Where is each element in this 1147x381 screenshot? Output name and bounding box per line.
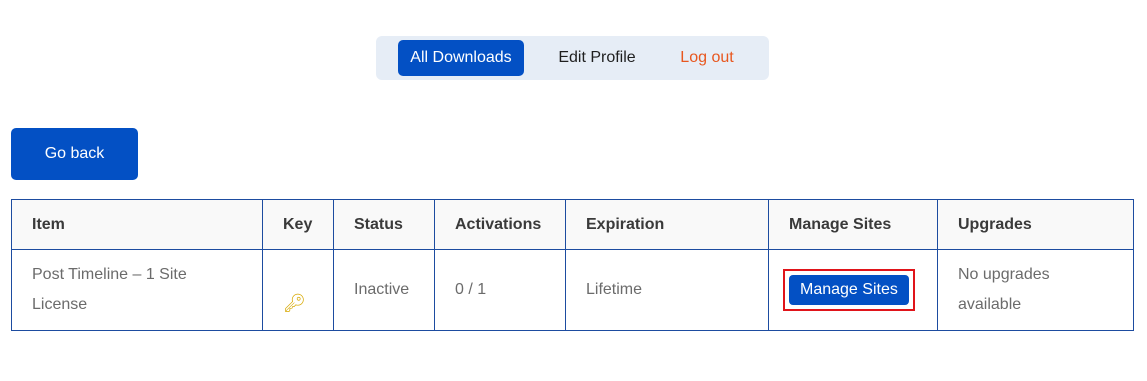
account-nav: All Downloads Edit Profile Log out	[376, 36, 769, 80]
expiration-value: Lifetime	[565, 249, 769, 331]
table-row: Post Timeline – 1 Site License 🔑︎ Inacti…	[11, 249, 1134, 331]
header-manage-sites: Manage Sites	[768, 199, 938, 250]
upgrades-value: No upgrades available	[937, 249, 1134, 331]
license-table: Item Key Status Activations Expiration M…	[11, 199, 1134, 331]
status-value: Inactive	[333, 249, 435, 331]
nav-edit-profile[interactable]: Edit Profile	[546, 40, 648, 76]
header-key: Key	[262, 199, 334, 250]
activations-value: 0 / 1	[434, 249, 566, 331]
nav-all-downloads[interactable]: All Downloads	[398, 40, 524, 76]
key-icon[interactable]: 🔑︎	[283, 288, 306, 318]
header-expiration: Expiration	[565, 199, 769, 250]
nav-log-out[interactable]: Log out	[670, 40, 744, 76]
header-item: Item	[11, 199, 263, 250]
header-upgrades: Upgrades	[937, 199, 1134, 250]
table-header-row: Item Key Status Activations Expiration M…	[11, 199, 1134, 250]
item-name: Post Timeline – 1 Site License	[11, 249, 263, 331]
highlight-box: Manage Sites	[783, 269, 915, 311]
header-status: Status	[333, 199, 435, 250]
manage-sites-cell: Manage Sites	[768, 249, 938, 331]
header-activations: Activations	[434, 199, 566, 250]
key-cell: 🔑︎	[262, 249, 334, 331]
manage-sites-button[interactable]: Manage Sites	[789, 275, 909, 305]
go-back-button[interactable]: Go back	[11, 128, 138, 180]
